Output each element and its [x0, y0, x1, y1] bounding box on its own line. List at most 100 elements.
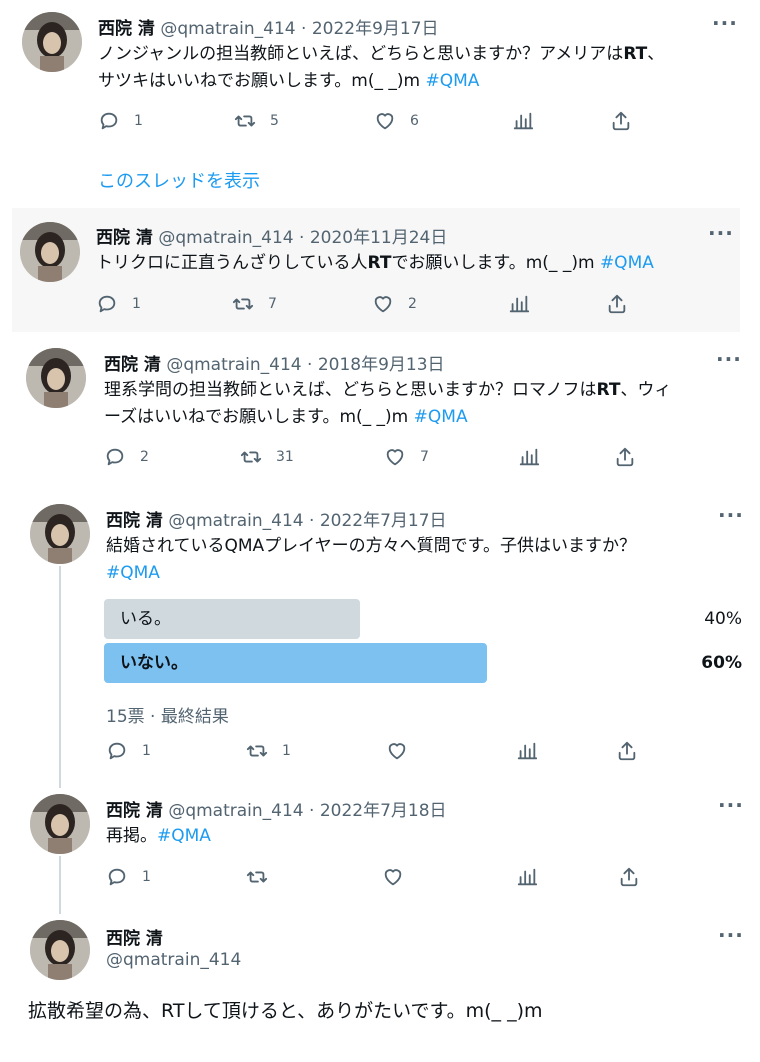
views-button[interactable]	[508, 293, 530, 315]
author-name[interactable]: 西院 清	[104, 355, 161, 375]
reply-count: 1	[132, 296, 141, 312]
reply-count: 2	[140, 449, 149, 465]
tweet-text: 拡散希望の為、RTして頂けると、ありがたいです。m(_ _)m	[28, 1000, 543, 1022]
text-bold: RT	[367, 253, 392, 273]
retweet-icon	[234, 110, 256, 132]
avatar[interactable]	[22, 12, 82, 72]
share-icon	[606, 293, 628, 315]
retweet-button[interactable]: 31	[240, 446, 294, 468]
share-button[interactable]	[614, 446, 636, 468]
avatar[interactable]	[20, 222, 80, 282]
like-button[interactable]: 6	[374, 110, 419, 132]
poll-option-2-label: いない。	[120, 653, 188, 673]
text-line: 再掲。	[106, 826, 157, 846]
share-icon	[614, 446, 636, 468]
tweet-5[interactable]: 西院 清 @qmatrain_414 · 2022年7月18日 ··· 再掲。#…	[0, 786, 760, 896]
text-line: 結婚されているQMAプレイヤーの方々へ質問です。子供はいますか？	[106, 536, 636, 556]
retweet-button[interactable]: 1	[246, 740, 291, 762]
reply-count: 1	[142, 743, 151, 759]
avatar[interactable]	[30, 920, 90, 980]
more-icon[interactable]: ···	[716, 349, 742, 369]
share-button[interactable]	[606, 293, 628, 315]
heart-icon	[374, 110, 396, 132]
like-button[interactable]: 7	[384, 446, 429, 468]
avatar-photo	[30, 794, 90, 854]
views-button[interactable]	[518, 446, 540, 468]
tweet-2[interactable]: 西院 清 @qmatrain_414 · 2020年11月24日 ··· トリク…	[0, 208, 760, 332]
tweet-header: 西院 清 @qmatrain_414 · 2022年7月18日	[106, 796, 447, 821]
like-count: 6	[410, 113, 419, 129]
poll-option-1-label: いる。	[120, 609, 171, 629]
more-icon[interactable]: ···	[718, 925, 744, 945]
author-meta[interactable]: @qmatrain_414 · 2020年11月24日	[158, 228, 447, 248]
retweet-button[interactable]: 5	[234, 110, 279, 132]
retweet-icon	[240, 446, 262, 468]
share-button[interactable]	[618, 866, 640, 888]
reply-icon	[98, 110, 120, 132]
reply-count: 1	[142, 869, 151, 885]
avatar[interactable]	[26, 348, 86, 408]
tweet-6-focused[interactable]: 西院 清 @qmatrain_414 ··· 拡散希望の為、RTして頂けると、あ…	[0, 916, 760, 1062]
text-bold: RT	[623, 44, 648, 64]
avatar[interactable]	[30, 504, 90, 564]
author-handle[interactable]: @qmatrain_414	[106, 950, 241, 970]
hashtag-link[interactable]: #QMA	[426, 71, 480, 91]
reply-icon	[106, 866, 128, 888]
like-button[interactable]	[386, 740, 408, 762]
reply-button[interactable]: 1	[96, 293, 141, 315]
author-name[interactable]: 西院 清	[106, 924, 163, 949]
like-button[interactable]	[382, 866, 404, 888]
tweet-4-poll[interactable]: 西院 清 @qmatrain_414 · 2022年7月17日 ··· 結婚され…	[0, 496, 760, 776]
share-button[interactable]	[610, 110, 632, 132]
avatar-photo	[20, 222, 80, 282]
reply-icon	[104, 446, 126, 468]
author-name[interactable]: 西院 清	[106, 511, 163, 531]
hashtag-link[interactable]: #QMA	[414, 407, 468, 427]
retweet-icon	[246, 740, 268, 762]
views-icon	[516, 866, 538, 888]
more-icon[interactable]: ···	[708, 223, 734, 243]
heart-icon	[372, 293, 394, 315]
poll-meta: 15票 · 最終結果	[106, 707, 229, 727]
tweet-header: 西院 清 @qmatrain_414 · 2020年11月24日	[96, 223, 447, 248]
tweet-3[interactable]: 西院 清 @qmatrain_414 · 2018年9月13日 ··· 理系学問…	[0, 340, 760, 480]
views-button[interactable]	[516, 866, 538, 888]
reply-button[interactable]: 2	[104, 446, 149, 468]
reply-button[interactable]: 1	[98, 110, 143, 132]
more-icon[interactable]: ···	[712, 13, 738, 33]
action-bar: 1 1	[106, 740, 646, 764]
tweet-header: 西院 清 @qmatrain_414 · 2022年9月17日	[98, 14, 439, 39]
share-button[interactable]	[616, 740, 638, 762]
text-line: 、ウィ	[620, 380, 672, 400]
reply-button[interactable]: 1	[106, 740, 151, 762]
tweet-1[interactable]: 西院 清 @qmatrain_414 · 2022年9月17日 ··· ノンジャ…	[0, 0, 760, 200]
more-icon[interactable]: ···	[718, 795, 744, 815]
retweet-icon	[232, 293, 254, 315]
retweet-button[interactable]: 7	[232, 293, 277, 315]
reply-count: 1	[134, 113, 143, 129]
retweet-button[interactable]	[246, 866, 268, 888]
show-thread-link[interactable]: このスレッドを表示	[98, 167, 260, 193]
reply-icon	[106, 740, 128, 762]
views-button[interactable]	[512, 110, 534, 132]
more-icon[interactable]: ···	[718, 505, 744, 525]
hashtag-link[interactable]: #QMA	[600, 253, 654, 273]
views-button[interactable]	[516, 740, 538, 762]
heart-icon	[384, 446, 406, 468]
author-name[interactable]: 西院 清	[96, 228, 153, 248]
like-count: 7	[420, 449, 429, 465]
author-name[interactable]: 西院 清	[98, 19, 155, 39]
tweet-text: 再掲。#QMA	[106, 823, 736, 850]
text-line: トリクロに正直うんざりしている人	[96, 253, 368, 273]
reply-button[interactable]: 1	[106, 866, 151, 888]
author-meta[interactable]: @qmatrain_414 · 2018年9月13日	[166, 355, 444, 375]
author-name[interactable]: 西院 清	[106, 801, 163, 821]
author-meta[interactable]: @qmatrain_414 · 2022年7月17日	[168, 511, 446, 531]
action-bar: 1	[106, 866, 646, 890]
author-meta[interactable]: @qmatrain_414 · 2022年9月17日	[160, 19, 438, 39]
like-button[interactable]: 2	[372, 293, 417, 315]
hashtag-link[interactable]: #QMA	[106, 563, 160, 583]
avatar[interactable]	[30, 794, 90, 854]
author-meta[interactable]: @qmatrain_414 · 2022年7月18日	[168, 801, 446, 821]
hashtag-link[interactable]: #QMA	[157, 826, 211, 846]
